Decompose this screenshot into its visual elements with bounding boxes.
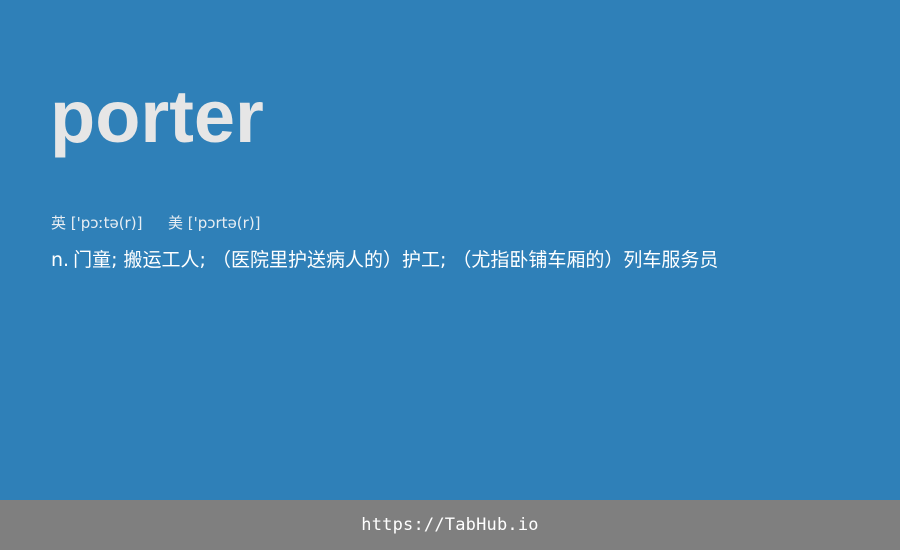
definition: n. 门童; 搬运工人; （医院里护送病人的）护工; （尤指卧铺车厢的）列车服务员 [51, 246, 741, 274]
headword: porter [50, 75, 264, 158]
uk-phonetic: ['pɔːtə(r)] [70, 214, 143, 232]
footer-bar: https://TabHub.io [0, 500, 900, 550]
definition-text: 门童; 搬运工人; （医院里护送病人的）护工; （尤指卧铺车厢的）列车服务员 [73, 249, 719, 271]
dictionary-card: porter 英 ['pɔːtə(r)] 美 ['pɔrtə(r)] n. 门童;… [0, 0, 900, 500]
uk-label: 英 [51, 214, 67, 232]
part-of-speech: n. [51, 249, 70, 271]
pronunciation-row: 英 ['pɔːtə(r)] 美 ['pɔrtə(r)] [51, 212, 261, 234]
us-label: 美 [167, 214, 183, 232]
tabhub-link[interactable]: https://TabHub.io [361, 515, 538, 535]
us-phonetic: ['pɔrtə(r)] [187, 214, 261, 232]
